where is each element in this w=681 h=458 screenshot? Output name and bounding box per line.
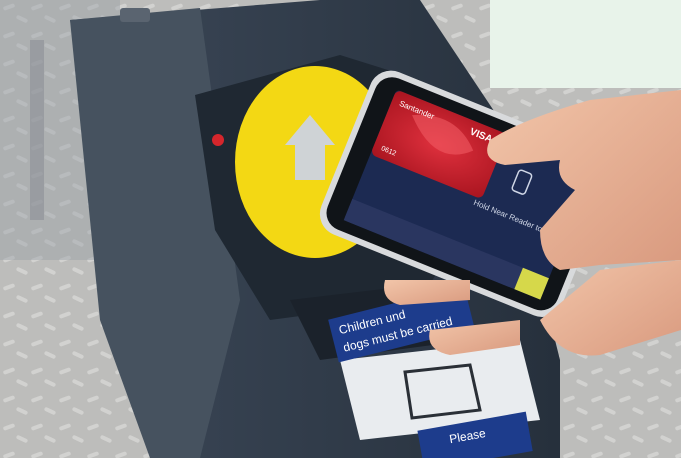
red-indicator-light — [212, 134, 224, 146]
photo-scene: Children und dogs must be carried Please… — [0, 0, 681, 458]
corner-overlay — [490, 0, 681, 88]
